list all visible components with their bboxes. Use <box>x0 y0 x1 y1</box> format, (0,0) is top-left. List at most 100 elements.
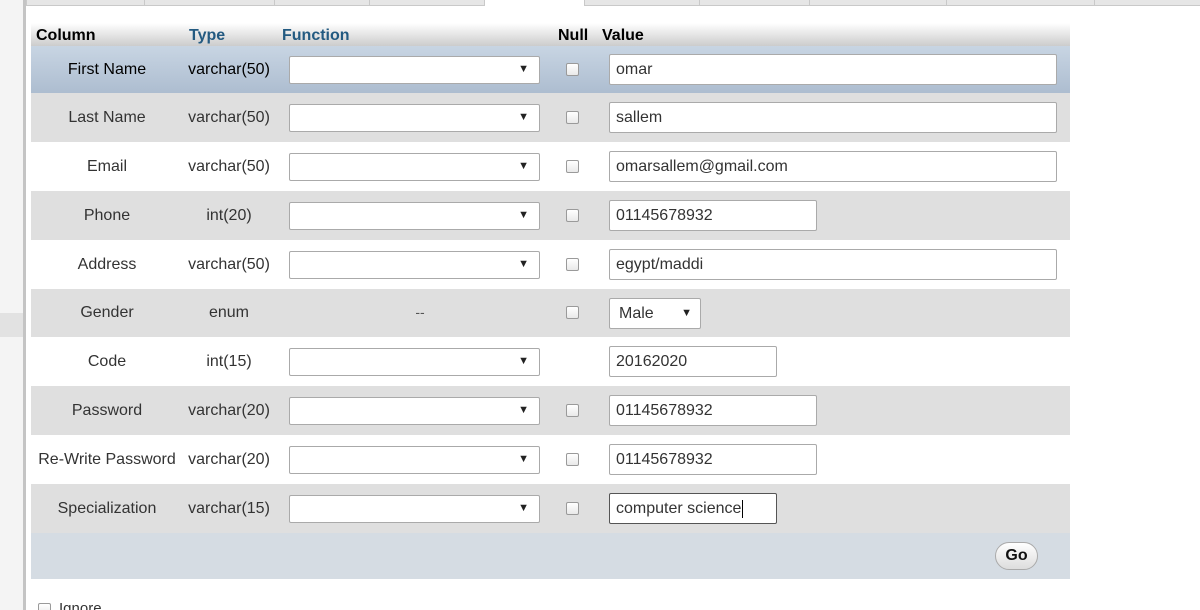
value-text: omar <box>616 61 653 78</box>
tab[interactable] <box>369 0 485 6</box>
column-name: Last Name <box>31 93 183 142</box>
tab[interactable] <box>26 0 145 6</box>
go-button[interactable]: Go <box>995 542 1038 570</box>
null-checkbox[interactable] <box>566 110 579 124</box>
function-cell: ▼ <box>275 240 551 289</box>
tab[interactable] <box>1094 0 1200 6</box>
table-row: Re-Write Password varchar(20) ▼ 01145678932 <box>31 435 1070 484</box>
null-cell <box>551 435 597 484</box>
value-text: computer science <box>616 500 742 517</box>
tab-strip <box>26 0 1200 6</box>
null-checkbox[interactable] <box>566 403 579 417</box>
column-name: Email <box>31 142 183 191</box>
value-cell: Male ▼ <box>597 289 1070 337</box>
navigation-frame <box>0 0 23 610</box>
null-checkbox[interactable] <box>566 62 579 76</box>
function-cell: ▼ <box>275 142 551 191</box>
ignore-option: Ignore <box>38 600 102 610</box>
column-name: Code <box>31 337 183 386</box>
function-select[interactable]: ▼ <box>289 250 540 279</box>
null-cell <box>551 240 597 289</box>
table-row: Last Name varchar(50) ▼ sallem <box>31 93 1070 142</box>
text-caret <box>742 499 744 518</box>
function-select[interactable]: ▼ <box>289 103 540 132</box>
header-type[interactable]: Type <box>183 23 275 46</box>
tab[interactable] <box>809 0 947 6</box>
ignore-checkbox[interactable] <box>38 602 51 610</box>
function-cell: ▼ <box>275 191 551 240</box>
chevron-down-icon: ▼ <box>518 159 529 172</box>
value-cell: sallem <box>597 93 1070 142</box>
table-row: First Name varchar(50) ▼ omar <box>31 46 1070 93</box>
chevron-down-icon: ▼ <box>518 403 529 416</box>
tab[interactable] <box>144 0 275 6</box>
table-row: Code int(15) ▼ 20162020 <box>31 337 1070 386</box>
null-checkbox[interactable] <box>566 452 579 466</box>
value-input[interactable]: 01145678932 <box>609 200 817 231</box>
value-input[interactable]: egypt/maddi <box>609 249 1057 280</box>
null-checkbox[interactable] <box>566 257 579 271</box>
value-text: 01145678932 <box>616 451 713 468</box>
gender-select[interactable]: Male ▼ <box>609 297 701 329</box>
column-type: int(15) <box>183 337 275 386</box>
value-input[interactable]: 01145678932 <box>609 444 817 475</box>
chevron-down-icon: ▼ <box>518 354 529 367</box>
null-cell <box>551 386 597 435</box>
value-input[interactable]: 01145678932 <box>609 395 817 426</box>
chevron-down-icon: ▼ <box>518 208 529 221</box>
null-cell <box>551 93 597 142</box>
function-cell: ▼ <box>275 435 551 484</box>
frame-divider[interactable] <box>23 0 26 610</box>
header-function[interactable]: Function <box>275 23 551 46</box>
function-cell: ▼ <box>275 93 551 142</box>
navigation-frame-handle[interactable] <box>0 313 23 337</box>
value-text: omarsallem@gmail.com <box>616 158 788 175</box>
value-cell: 20162020 <box>597 337 1070 386</box>
function-select[interactable]: ▼ <box>289 55 540 84</box>
value-input[interactable]: omarsallem@gmail.com <box>609 151 1057 182</box>
tab[interactable] <box>699 0 810 6</box>
null-cell <box>551 46 597 93</box>
function-select[interactable]: ▼ <box>289 494 540 523</box>
chevron-down-icon: ▼ <box>518 62 529 75</box>
column-type: enum <box>183 289 275 337</box>
value-input[interactable]: 20162020 <box>609 346 777 377</box>
function-select[interactable]: ▼ <box>289 347 540 376</box>
null-checkbox[interactable] <box>566 501 579 515</box>
value-cell: 01145678932 <box>597 191 1070 240</box>
value-input[interactable]: omar <box>609 54 1057 85</box>
value-text: 01145678932 <box>616 207 713 224</box>
function-placeholder: -- <box>415 304 425 320</box>
column-name: Re-Write Password <box>31 435 183 484</box>
header-column: Column <box>31 23 183 46</box>
function-select[interactable]: ▼ <box>289 445 540 474</box>
null-checkbox[interactable] <box>566 306 579 320</box>
function-cell: ▼ <box>275 46 551 93</box>
column-type: int(20) <box>183 191 275 240</box>
null-cell <box>551 191 597 240</box>
table-row: Password varchar(20) ▼ 01145678932 <box>31 386 1070 435</box>
footer-row: Go <box>31 533 1070 579</box>
tab[interactable] <box>584 0 700 6</box>
function-select[interactable]: ▼ <box>289 396 540 425</box>
null-cell <box>551 484 597 533</box>
header-value: Value <box>597 23 1070 46</box>
null-cell <box>551 142 597 191</box>
table-row: Phone int(20) ▼ 01145678932 <box>31 191 1070 240</box>
value-cell: 01145678932 <box>597 435 1070 484</box>
function-cell: ▼ <box>275 484 551 533</box>
chevron-down-icon: ▼ <box>518 452 529 465</box>
value-input[interactable]: sallem <box>609 102 1057 133</box>
tab[interactable] <box>946 0 1095 6</box>
function-select[interactable]: ▼ <box>289 201 540 230</box>
tab[interactable] <box>274 0 370 6</box>
value-input[interactable]: computer science <box>609 493 777 524</box>
value-cell: egypt/maddi <box>597 240 1070 289</box>
null-checkbox[interactable] <box>566 159 579 173</box>
table-body: First Name varchar(50) ▼ omar Last Name varch… <box>31 46 1070 533</box>
tab-insert[interactable] <box>484 0 585 5</box>
header-null: Null <box>551 23 597 46</box>
function-select[interactable]: ▼ <box>289 152 540 181</box>
column-name: Gender <box>31 289 183 337</box>
null-checkbox[interactable] <box>566 208 579 222</box>
